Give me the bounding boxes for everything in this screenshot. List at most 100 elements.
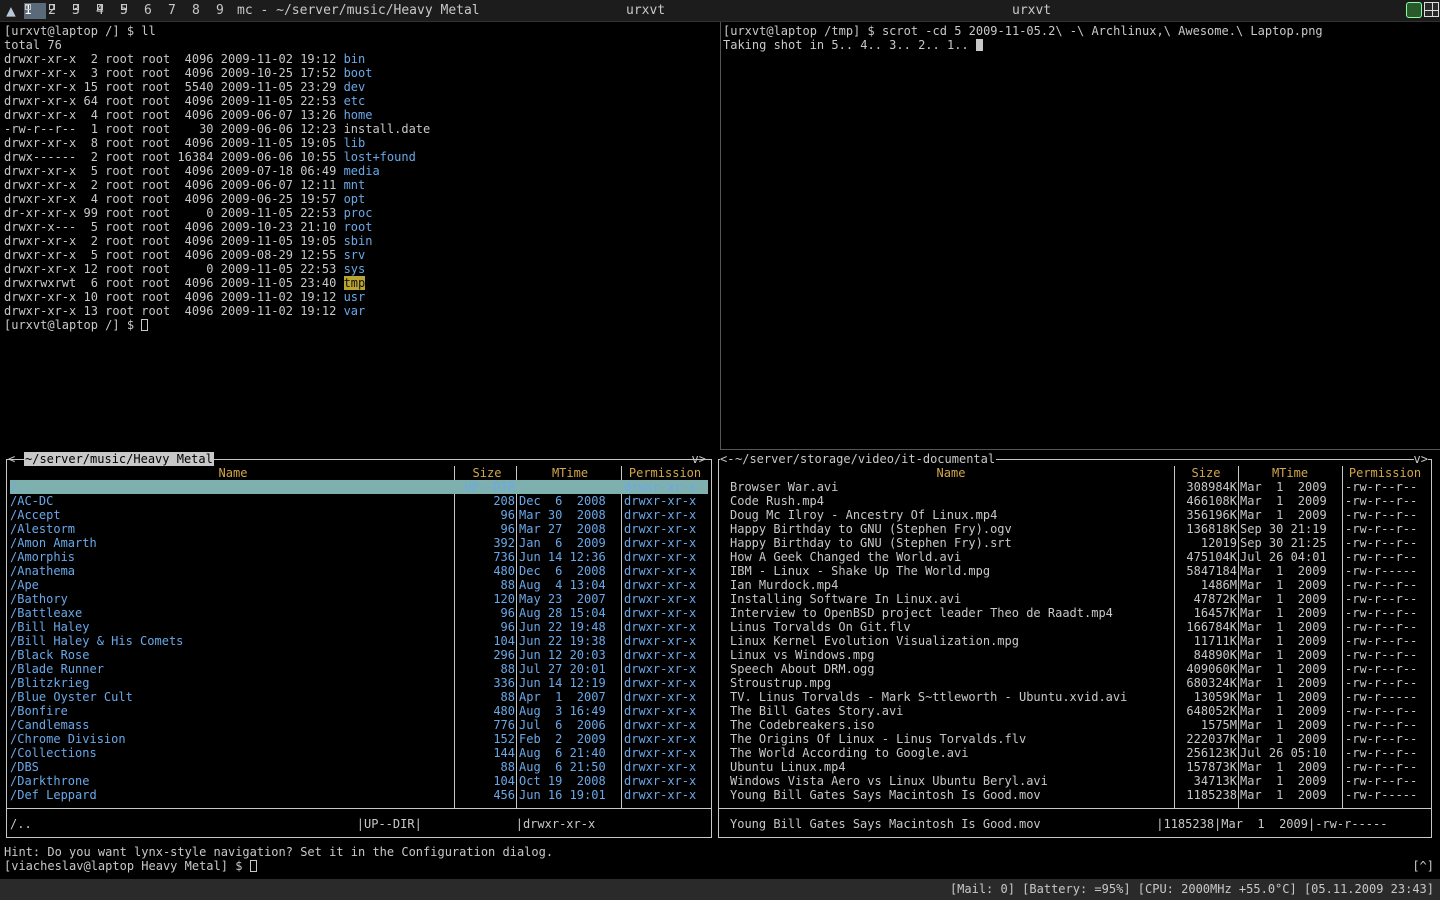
cell-mtime: May 23 2007 <box>519 592 606 606</box>
tray-icon[interactable] <box>1406 2 1422 18</box>
file-row[interactable]: Young Bill Gates Says Macintosh Is Good.… <box>730 788 1428 802</box>
file-row[interactable]: Code Rush.mp4 466108K Mar 1 2009 -rw-r--r-- <box>730 494 1428 508</box>
col-size[interactable]: Size <box>456 466 518 480</box>
tag-1[interactable]: 1 <box>24 3 46 19</box>
panel-corner-left[interactable]: <- <box>720 452 735 466</box>
file-row[interactable]: /Anathema 480 Dec 6 2008 drwxr-xr-x <box>10 564 708 578</box>
file-row[interactable]: Happy Birthday to GNU (Stephen Fry).ogv 1… <box>730 522 1428 536</box>
cell-perm: -rw-r--r-- <box>1345 732 1418 746</box>
file-row[interactable]: Installing Software In Linux.avi 47872K Ma… <box>730 592 1428 606</box>
file-row[interactable]: /Black Rose 296 Jun 12 20:03 drwxr-xr-x <box>10 648 708 662</box>
file-row[interactable]: /Amon Amarth 392 Jan 6 2009 drwxr-xr-x <box>10 536 708 550</box>
tag-9[interactable]: 9 <box>216 3 238 19</box>
file-row[interactable]: TV. Linus Torvalds - Mark S~ttleworth - … <box>730 690 1428 704</box>
file-row[interactable]: How A Geek Changed the World.avi 475104K J… <box>730 550 1428 564</box>
file-row[interactable]: IBM - Linux - Shake Up The World.mpg 5847… <box>730 564 1428 578</box>
file-row[interactable]: /Blue Oyster Cult 88 Apr 1 2007 drwxr-xr-x <box>10 690 708 704</box>
col-mtime[interactable]: MTime <box>1238 466 1342 480</box>
col-size[interactable]: Size <box>1174 466 1238 480</box>
window-title-urxvt-1[interactable]: urxvt <box>626 3 665 19</box>
file-row[interactable]: /Ape 88 Aug 4 13:04 drwxr-xr-x <box>10 578 708 592</box>
ls-meta: drwxr-xr-x 5 root root 4096 2009-07-18 0… <box>4 164 344 178</box>
terminal-right[interactable]: [urxvt@laptop /tmp] $ scrot -cd 5 2009-1… <box>720 22 1440 450</box>
file-row[interactable]: The World According to Google.avi 256123K… <box>730 746 1428 760</box>
file-row[interactable]: Linux vs Windows.mpg 84890K Mar 1 2009 -rw-… <box>730 648 1428 662</box>
window-title-urxvt-2[interactable]: urxvt <box>1012 3 1051 19</box>
window-title-mc[interactable]: mc - ~/server/music/Heavy Metal <box>237 3 480 19</box>
terminal-left[interactable]: [urxvt@laptop /] $ ll total 76 drwxr-xr-… <box>0 22 718 450</box>
file-row[interactable]: The Codebreakers.iso 1575M Mar 1 2009 -rw-r… <box>730 718 1428 732</box>
file-row[interactable]: Browser War.avi 308984K Mar 1 2009 -rw-r--r… <box>730 480 1428 494</box>
col-name[interactable]: Name <box>10 466 456 480</box>
file-row[interactable]: /Bill Haley & His Comets 104 Jun 22 19:38 d… <box>10 634 708 648</box>
panel-corner-left[interactable]: < <box>8 452 15 466</box>
panel-path[interactable]: ~/server/music/Heavy Metal <box>24 452 214 466</box>
file-list: Browser War.avi 308984K Mar 1 2009 -rw-r--r… <box>730 480 1428 802</box>
col-permission[interactable]: Permission <box>1342 466 1428 480</box>
file-row[interactable]: /Collections 144 Aug 6 21:40 drwxr-xr-x <box>10 746 708 760</box>
mc-right-panel[interactable]: <- ~/server/storage/video/it-documental … <box>718 452 1432 838</box>
file-row[interactable]: /AC-DC 208 Dec 6 2008 drwxr-xr-x <box>10 494 708 508</box>
arch-logo-icon[interactable]: ▲ <box>2 1 20 20</box>
file-row[interactable]: /Amorphis 736 Jun 14 12:36 drwxr-xr-x <box>10 550 708 564</box>
shell-prompt[interactable]: [viacheslav@laptop Heavy Metal] $ <box>4 859 257 873</box>
cell-mtime: Mar 1 2009 <box>1240 732 1327 746</box>
col-name[interactable]: Name <box>728 466 1174 480</box>
file-row[interactable]: Happy Birthday to GNU (Stephen Fry).srt 1… <box>730 536 1428 550</box>
col-permission[interactable]: Permission <box>622 466 708 480</box>
cell-size: 84890K <box>1193 648 1237 662</box>
panel-path[interactable]: ~/server/storage/video/it-documental <box>734 452 997 466</box>
file-row[interactable]: Ian Murdock.mp4 1486M Mar 1 2009 -rw-r--r-- <box>730 578 1428 592</box>
cell-mtime: Jun 16 19:01 <box>519 788 606 802</box>
mc-left-panel[interactable]: < ~/server/music/Heavy Metal v> Name Siz… <box>6 452 712 838</box>
file-row[interactable]: /Blade Runner 88 Jul 27 20:01 drwxr-xr-x <box>10 662 708 676</box>
file-row[interactable]: /Alestorm 96 Mar 27 2008 drwxr-xr-x <box>10 522 708 536</box>
file-row[interactable]: /Bathory 120 May 23 2007 drwxr-xr-x <box>10 592 708 606</box>
tag-4[interactable]: 4 <box>96 3 118 19</box>
cell-mtime: Jun 12 20:03 <box>519 648 606 662</box>
file-row[interactable]: /Bonfire 480 Aug 3 16:49 drwxr-xr-x <box>10 704 708 718</box>
tag-5[interactable]: 5 <box>120 3 142 19</box>
cell-perm: -rw-r----- <box>1345 788 1418 802</box>
tag-8[interactable]: 8 <box>192 3 214 19</box>
cell-name: The Origins Of Linux - Linus Torvalds.fl… <box>730 732 1027 746</box>
command-history-button[interactable]: [^] <box>1412 859 1434 873</box>
panel-corner-right[interactable]: v> <box>692 452 706 466</box>
file-row[interactable]: /Darkthrone 104 Oct 19 2008 drwxr-xr-x <box>10 774 708 788</box>
file-row[interactable]: Linux Kernel Evolution Visualization.mpg… <box>730 634 1428 648</box>
file-row[interactable]: /Def Leppard 456 Jun 16 19:01 drwxr-xr-x <box>10 788 708 802</box>
layout-icon[interactable] <box>1424 2 1439 17</box>
file-row[interactable]: Linus Torvalds On Git.flv 166784K Mar 1 20… <box>730 620 1428 634</box>
file-row[interactable]: /Blitzkrieg 336 Jun 14 12:19 drwxr-xr-x <box>10 676 708 690</box>
col-mtime[interactable]: MTime <box>518 466 622 480</box>
cell-size: 256123K <box>1186 746 1237 760</box>
file-row[interactable]: /Battleaxe 96 Aug 28 15:04 drwxr-xr-x <box>10 606 708 620</box>
file-row[interactable]: Interview to OpenBSD project leader Theo… <box>730 606 1428 620</box>
file-row[interactable]: The Bill Gates Story.avi 648052K Mar 1 200… <box>730 704 1428 718</box>
file-row[interactable]: The Origins Of Linux - Linus Torvalds.fl… <box>730 732 1428 746</box>
cell-mtime: Jan 6 2009 <box>519 536 606 550</box>
file-row[interactable]: /Candlemass 776 Jul 6 2006 drwxr-xr-x <box>10 718 708 732</box>
cell-mtime: Feb 2 2009 <box>519 732 606 746</box>
file-row[interactable]: /Chrome Division 152 Feb 2 2009 drwxr-xr-x <box>10 732 708 746</box>
cell-perm: -rw-r--r-- <box>1345 676 1418 690</box>
file-row[interactable]: Windows Vista Aero vs Linux Ubuntu Beryl… <box>730 774 1428 788</box>
tag-2[interactable]: 2 <box>48 3 70 19</box>
cell-size: 648052K <box>1186 704 1237 718</box>
cell-name: /Blue Oyster Cult <box>10 690 133 704</box>
file-row[interactable]: Stroustrup.mpg 680324K Mar 1 2009 -rw-r--r-… <box>730 676 1428 690</box>
tag-6[interactable]: 6 <box>144 3 166 19</box>
file-row[interactable]: Speech About DRM.ogg 409060K Mar 1 2009 -rw… <box>730 662 1428 676</box>
file-row[interactable]: /Bill Haley 96 Jun 22 19:48 drwxr-xr-x <box>10 620 708 634</box>
tag-7[interactable]: 7 <box>168 3 190 19</box>
cell-name: Ubuntu Linux.mp4 <box>730 760 846 774</box>
file-row[interactable]: /Accept 96 Mar 30 2008 drwxr-xr-x <box>10 508 708 522</box>
file-row[interactable]: Ubuntu Linux.mp4 157873K Mar 1 2009 -rw-r--… <box>730 760 1428 774</box>
file-row[interactable]: Doug Mc Ilroy - Ancestry Of Linux.mp4 356… <box>730 508 1428 522</box>
file-row[interactable]: /DBS 88 Aug 6 21:50 drwxr-xr-x <box>10 760 708 774</box>
ls-entry-name: root <box>343 220 373 234</box>
file-row[interactable]: /.. UP--DIR drwxr-xr-x <box>10 480 708 494</box>
panel-corner-right[interactable]: v> <box>1413 452 1428 466</box>
cell-size: 152 <box>493 732 515 746</box>
tag-3[interactable]: 3 <box>72 3 94 19</box>
